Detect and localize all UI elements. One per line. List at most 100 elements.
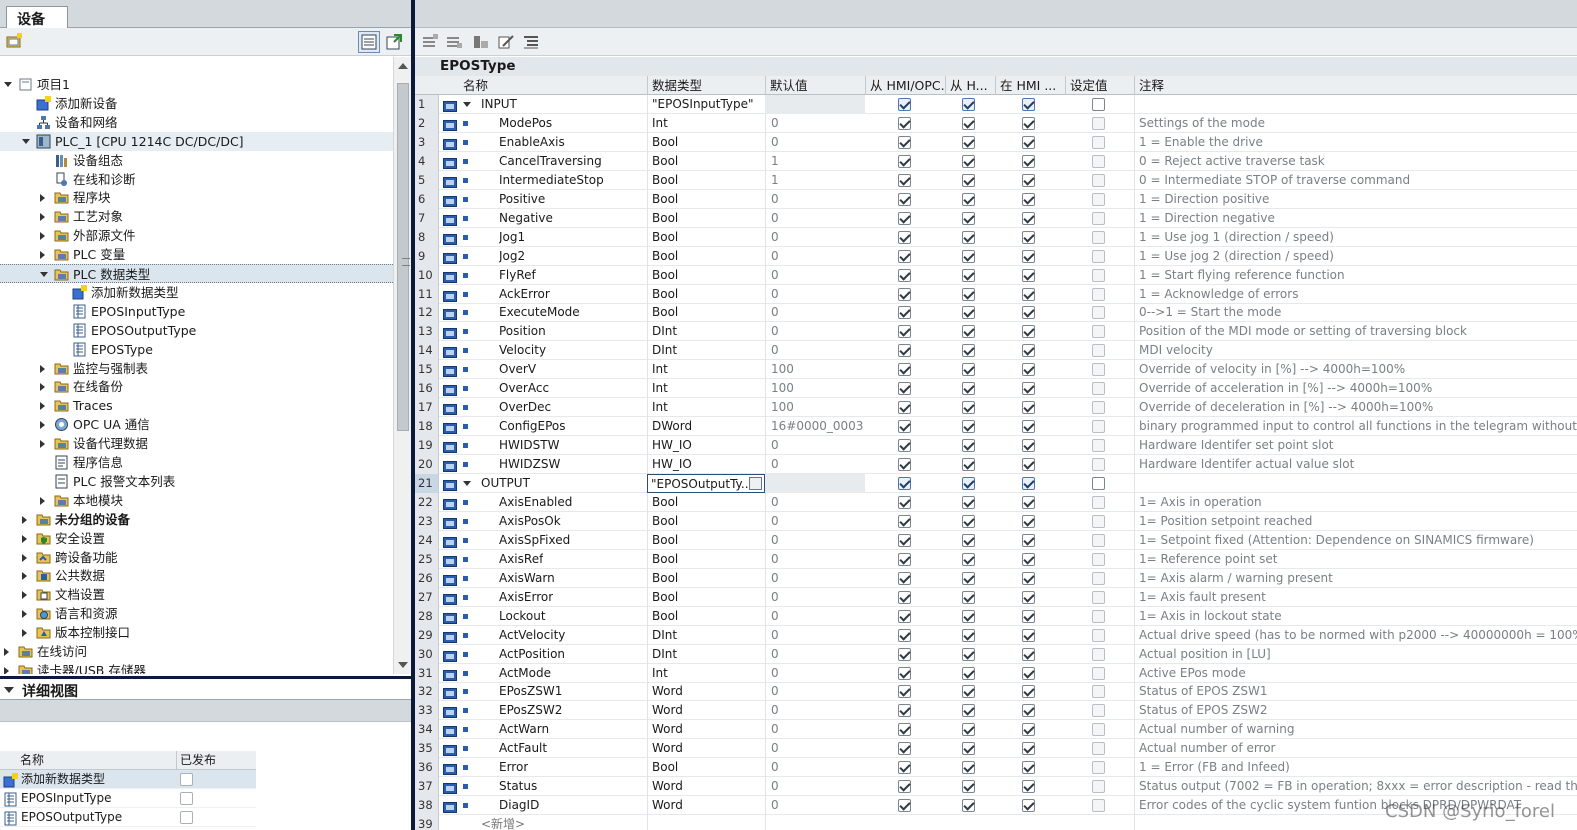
collapsed-arrow-icon[interactable] (40, 251, 45, 260)
collapsed-arrow-icon[interactable] (40, 194, 45, 203)
hmi-writable-checkbox[interactable] (962, 495, 975, 509)
datatype-cell[interactable]: Bool (647, 132, 765, 152)
setpoint-checkbox[interactable] (1092, 477, 1105, 490)
member-row[interactable]: 6 Positive Bool 0 1 = Direction positive (415, 189, 1577, 209)
hmi-opc-access-checkbox[interactable] (898, 647, 911, 661)
comment-cell[interactable]: 1 = Direction positive (1134, 189, 1577, 209)
hmi-writable-checkbox[interactable] (962, 590, 975, 604)
tree-item[interactable]: PLC 数据类型 (0, 264, 393, 283)
member-row[interactable]: 29 ActVelocity DInt 0 Actual drive speed (ha… (415, 625, 1577, 645)
hmi-visible-checkbox[interactable] (1022, 116, 1035, 130)
hmi-visible-checkbox[interactable] (1022, 249, 1035, 263)
expanded-arrow-icon[interactable] (463, 481, 471, 486)
datatype-cell[interactable]: HW_IO (647, 455, 765, 475)
hmi-writable-checkbox[interactable] (962, 761, 975, 775)
setpoint-checkbox[interactable] (1092, 590, 1105, 604)
member-name[interactable]: ActFault (499, 739, 547, 758)
hmi-opc-access-checkbox[interactable] (898, 363, 911, 377)
member-row[interactable]: 23 AxisPosOk Bool 0 1= Position setpoint rea… (415, 511, 1577, 531)
hmi-opc-access-checkbox[interactable] (898, 723, 911, 737)
hmi-writable-checkbox[interactable] (962, 306, 975, 320)
hmi-visible-checkbox[interactable] (1022, 287, 1035, 301)
tree-item[interactable]: 工艺对象 (0, 207, 393, 226)
member-row[interactable]: 25 AxisRef Bool 0 1= Reference point set (415, 549, 1577, 569)
default-value-cell[interactable]: 0 (765, 663, 865, 683)
col-name-header[interactable]: 名称 (20, 751, 44, 770)
collapsed-arrow-icon[interactable] (4, 648, 9, 656)
default-value-cell[interactable]: 0 (765, 568, 865, 588)
hmi-visible-checkbox[interactable] (1022, 363, 1035, 377)
datatype-cell[interactable]: Bool (647, 208, 765, 228)
hmi-opc-access-checkbox[interactable] (898, 230, 911, 244)
comment-cell[interactable]: 1 = Error (FB and Infeed) (1134, 758, 1577, 778)
setpoint-checkbox[interactable] (1092, 780, 1105, 794)
collapse-icon[interactable] (4, 687, 14, 693)
datatype-cell[interactable]: Bool (647, 265, 765, 285)
hmi-opc-access-checkbox[interactable] (898, 590, 911, 604)
setpoint-checkbox[interactable] (1092, 135, 1105, 149)
hmi-opc-access-checkbox[interactable] (898, 401, 911, 415)
member-row[interactable]: 5 IntermediateStop Bool 1 0 = Intermediate S… (415, 170, 1577, 190)
hmi-opc-access-checkbox[interactable] (898, 249, 911, 263)
hmi-visible-checkbox[interactable] (1022, 590, 1035, 604)
setpoint-checkbox[interactable] (1092, 382, 1105, 396)
datatype-cell[interactable]: DInt (647, 625, 765, 645)
tree-item[interactable]: EPOSOutputType (0, 321, 393, 340)
hmi-writable-checkbox[interactable] (962, 723, 975, 737)
member-name[interactable]: Velocity (499, 341, 546, 360)
hmi-opc-access-checkbox[interactable] (898, 116, 911, 130)
hmi-writable-checkbox[interactable] (962, 458, 975, 472)
add-row-icon[interactable] (445, 33, 463, 51)
col-comment[interactable]: 注释 (1134, 76, 1577, 95)
hmi-opc-access-checkbox[interactable] (898, 268, 911, 282)
hmi-opc-access-checkbox[interactable] (898, 98, 911, 111)
member-row[interactable]: 10 FlyRef Bool 0 1 = Start flying reference … (415, 265, 1577, 285)
hmi-visible-checkbox[interactable] (1022, 552, 1035, 566)
datatype-picker-icon[interactable] (749, 477, 762, 490)
member-row[interactable]: 31 ActMode Int 0 Active EPos mode (415, 663, 1577, 683)
hmi-opc-access-checkbox[interactable] (898, 382, 911, 396)
hmi-writable-checkbox[interactable] (962, 211, 975, 225)
detail-view-header[interactable]: 详细视图 (0, 676, 411, 700)
hmi-visible-checkbox[interactable] (1022, 780, 1035, 794)
datatype-cell[interactable]: Bool (647, 758, 765, 778)
datatype-cell[interactable]: Bool (647, 189, 765, 209)
hmi-writable-checkbox[interactable] (962, 628, 975, 642)
col-name[interactable]: 名称 (459, 76, 647, 95)
comment-cell[interactable]: Status of EPOS ZSW1 (1134, 682, 1577, 702)
setpoint-checkbox[interactable] (1092, 609, 1105, 623)
comment-cell[interactable]: 1= Reference point set (1134, 549, 1577, 569)
hmi-opc-access-checkbox[interactable] (898, 458, 911, 472)
datatype-edit-field[interactable]: "EPOSOutputTy... (647, 474, 765, 493)
hmi-visible-checkbox[interactable] (1022, 477, 1035, 490)
comment-cell[interactable]: 1 = Enable the drive (1134, 132, 1577, 152)
member-name[interactable]: EPosZSW1 (499, 682, 562, 701)
comment-cell[interactable]: 0 = Intermediate STOP of traverse comman… (1134, 170, 1577, 190)
hmi-visible-checkbox[interactable] (1022, 192, 1035, 206)
hmi-visible-checkbox[interactable] (1022, 666, 1035, 680)
setpoint-checkbox[interactable] (1092, 211, 1105, 225)
datatype-cell[interactable]: DWord (647, 417, 765, 437)
hmi-visible-checkbox[interactable] (1022, 401, 1035, 415)
hmi-visible-checkbox[interactable] (1022, 98, 1035, 111)
expand-all-icon[interactable] (522, 33, 540, 51)
setpoint-checkbox[interactable] (1092, 401, 1105, 415)
default-value-cell[interactable]: 0 (765, 549, 865, 569)
datatype-cell[interactable]: "EPOSInputType" (647, 95, 765, 114)
default-value-cell[interactable]: 0 (765, 644, 865, 664)
comment-cell[interactable]: Settings of the mode (1134, 113, 1577, 133)
comment-cell[interactable]: Active EPos mode (1134, 663, 1577, 683)
member-row[interactable]: 16 OverAcc Int 100 Override of acceleration … (415, 379, 1577, 399)
collapsed-arrow-icon[interactable] (22, 572, 27, 581)
datatype-cell[interactable]: DInt (647, 322, 765, 342)
member-name[interactable]: DiagID (499, 796, 539, 815)
member-name[interactable]: EPosZSW2 (499, 701, 562, 720)
tree-item[interactable]: OPC UA 通信 (0, 415, 393, 434)
tree-item[interactable]: 添加新设备 (0, 94, 393, 113)
hmi-writable-checkbox[interactable] (962, 666, 975, 680)
comment-cell[interactable]: Actual number of warning (1134, 720, 1577, 740)
hmi-visible-checkbox[interactable] (1022, 230, 1035, 244)
comment-cell[interactable]: 1 = Start flying reference function (1134, 265, 1577, 285)
default-value-cell[interactable]: 0 (765, 758, 865, 778)
default-value-cell[interactable]: 0 (765, 227, 865, 247)
